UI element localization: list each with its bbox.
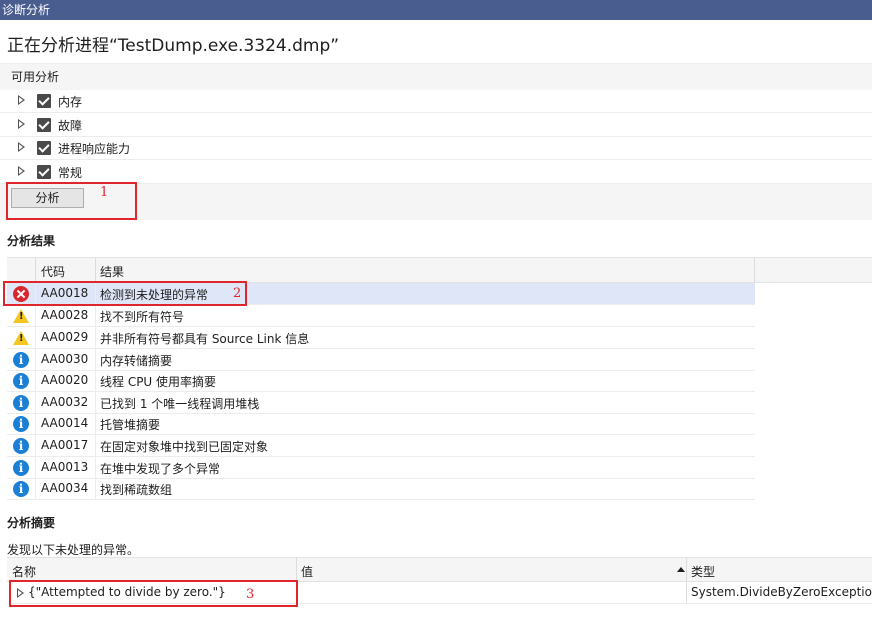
result-row[interactable]: AA0020 线程 CPU 使用率摘要 (7, 370, 755, 392)
result-text: 并非所有符号都具有 Source Link 信息 (100, 332, 310, 346)
analysis-item-label: 故障 (58, 119, 83, 133)
result-code: AA0013 (41, 460, 89, 474)
result-code: AA0020 (41, 373, 89, 387)
info-icon (13, 460, 29, 476)
result-text: 找到稀疏数组 (100, 483, 173, 497)
result-text: 在固定对象堆中找到已固定对象 (100, 440, 269, 454)
info-icon (13, 438, 29, 454)
result-row[interactable]: AA0028 找不到所有符号 (7, 305, 755, 327)
result-row[interactable]: AA0029 并非所有符号都具有 Source Link 信息 (7, 327, 755, 349)
result-code: AA0032 (41, 395, 89, 409)
summary-section-title: 分析摘要 (7, 516, 56, 530)
analysis-item-label: 进程响应能力 (58, 142, 131, 156)
info-icon (13, 352, 29, 368)
expand-arrow-icon[interactable] (18, 142, 25, 152)
summary-table-header: 名称 值 类型 (7, 557, 872, 582)
annotation-number-1: 1 (100, 185, 109, 200)
result-row[interactable]: AA0013 在堆中发现了多个异常 (7, 457, 755, 479)
result-row[interactable]: AA0017 在固定对象堆中找到已固定对象 (7, 435, 755, 457)
window-title: 诊断分析 (2, 3, 51, 17)
page-title: 正在分析进程“TestDump.exe.3324.dmp” (7, 36, 340, 56)
available-analyses-header: 可用分析 (0, 63, 872, 90)
window-titlebar: 诊断分析 (0, 0, 872, 20)
info-icon (13, 373, 29, 389)
column-header-value[interactable]: 值 (301, 563, 313, 580)
result-row[interactable]: AA0030 内存转储摘要 (7, 349, 755, 371)
sort-ascending-icon[interactable] (677, 567, 685, 572)
checkbox-memory[interactable] (37, 94, 51, 108)
checkbox-responsiveness[interactable] (37, 141, 51, 155)
expand-arrow-icon[interactable] (18, 166, 25, 176)
results-table-header: 代码 结果 (7, 257, 872, 283)
result-code: AA0030 (41, 352, 89, 366)
result-text: 在堆中发现了多个异常 (100, 462, 221, 476)
result-row[interactable]: AA0014 托管堆摘要 (7, 413, 755, 435)
result-row[interactable]: AA0032 已找到 1 个唯一线程调用堆栈 (7, 392, 755, 414)
column-separator[interactable] (686, 558, 687, 582)
results-section-title: 分析结果 (7, 234, 56, 248)
result-text: 线程 CPU 使用率摘要 (100, 375, 217, 389)
column-separator[interactable] (754, 258, 755, 282)
summary-description: 发现以下未处理的异常。 (7, 543, 140, 557)
checkbox-general[interactable] (37, 165, 51, 179)
result-row[interactable]: AA0034 找到稀疏数组 (7, 478, 755, 500)
result-text: 找不到所有符号 (100, 310, 185, 324)
expand-arrow-icon[interactable] (18, 119, 25, 129)
expand-arrow-icon[interactable] (18, 95, 25, 105)
result-code: AA0017 (41, 438, 89, 452)
exception-type: System.DivideByZeroException (691, 585, 872, 599)
annotation-box-3 (9, 580, 298, 607)
annotation-number-3: 3 (246, 587, 255, 602)
available-analyses-title: 可用分析 (11, 70, 60, 84)
analysis-item-label: 内存 (58, 95, 83, 109)
result-code: AA0029 (41, 330, 89, 344)
annotation-box-2 (3, 281, 247, 306)
result-code: AA0014 (41, 416, 89, 430)
column-header-type[interactable]: 类型 (691, 563, 715, 580)
column-header-result[interactable]: 结果 (100, 263, 124, 280)
column-header-name[interactable]: 名称 (12, 563, 36, 580)
result-code: AA0028 (41, 308, 89, 322)
result-text: 托管堆摘要 (100, 418, 161, 432)
column-separator[interactable] (35, 258, 36, 282)
result-code: AA0034 (41, 481, 89, 495)
annotation-number-2: 2 (233, 286, 242, 301)
warning-icon (13, 331, 29, 345)
result-text: 已找到 1 个唯一线程调用堆栈 (100, 397, 260, 411)
column-header-code[interactable]: 代码 (41, 263, 65, 280)
analysis-item-memory[interactable]: 内存 (0, 90, 872, 113)
checkbox-crash[interactable] (37, 118, 51, 132)
analysis-item-general[interactable]: 常规 (0, 161, 872, 184)
analysis-item-crash[interactable]: 故障 (0, 114, 872, 137)
info-icon (13, 481, 29, 497)
result-text: 内存转储摘要 (100, 354, 173, 368)
column-separator[interactable] (95, 258, 96, 282)
analysis-item-label: 常规 (58, 166, 83, 180)
info-icon (13, 416, 29, 432)
column-separator[interactable] (296, 558, 297, 582)
annotation-box-1 (6, 182, 137, 220)
column-separator (686, 582, 687, 603)
warning-icon (13, 309, 29, 323)
analysis-item-responsiveness[interactable]: 进程响应能力 (0, 137, 872, 160)
info-icon (13, 395, 29, 411)
